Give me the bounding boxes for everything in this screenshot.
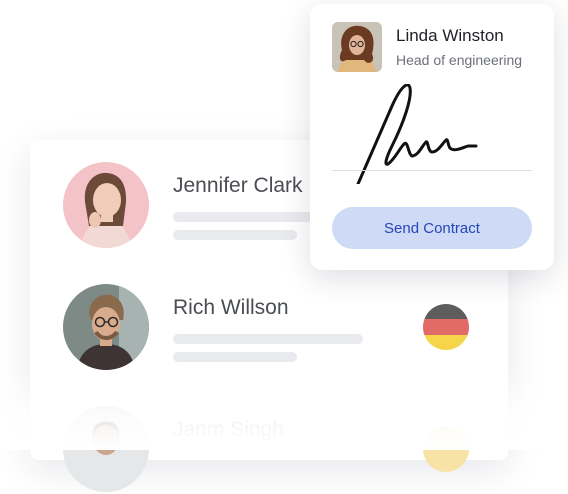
placeholder-line — [173, 230, 297, 240]
placeholder-line — [173, 334, 363, 344]
placeholder-line — [173, 352, 297, 362]
send-contract-button[interactable]: Send Contract — [332, 207, 532, 249]
signer-title: Head of engineering — [396, 52, 523, 68]
signature-drawing — [356, 83, 478, 186]
avatar — [63, 162, 149, 248]
germany-flag-icon — [423, 304, 469, 350]
placeholder-line — [173, 212, 313, 222]
signer-name: Linda Winston — [396, 26, 504, 45]
contact-row[interactable]: Rich Willson — [30, 284, 508, 372]
contact-name: Rich Willson — [173, 296, 289, 319]
flag-icon — [423, 426, 469, 472]
avatar — [63, 406, 149, 492]
signature-pad[interactable] — [332, 83, 532, 186]
avatar — [63, 284, 149, 370]
signature-line — [332, 170, 532, 171]
avatar — [332, 22, 382, 72]
contact-name: Janm Singh — [173, 418, 284, 441]
contract-card: Linda Winston Head of engineering Send C… — [310, 4, 554, 270]
contact-row[interactable]: Janm Singh — [30, 406, 508, 494]
contact-name: Jennifer Clark — [173, 174, 303, 197]
